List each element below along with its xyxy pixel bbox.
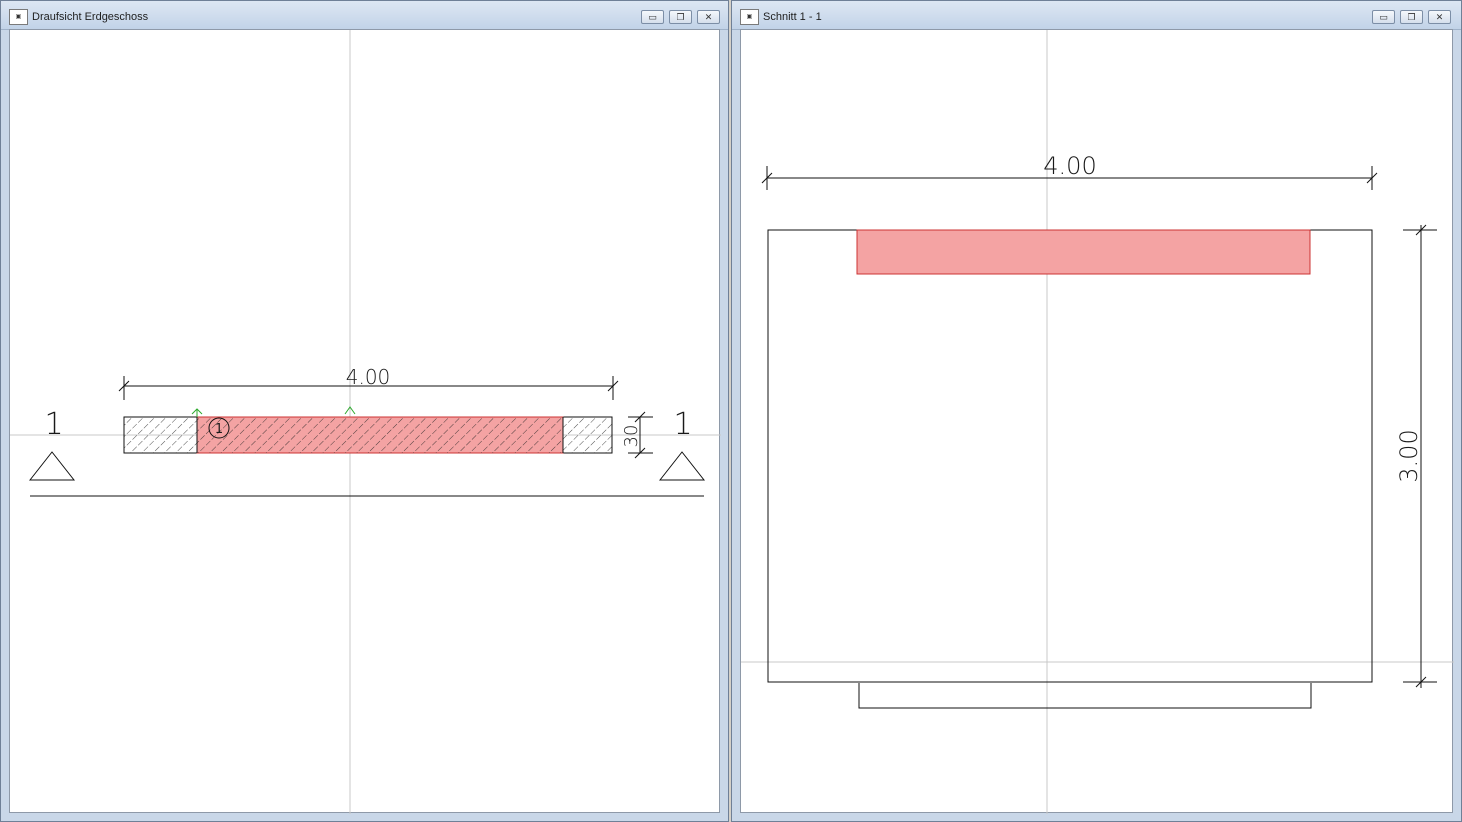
section-mark-left[interactable]: 1 [28,407,76,481]
section-arrow-right-icon [658,451,706,481]
window-title: Draufsicht Erdgeschoss [32,11,149,23]
restore-icon: ❐ [676,12,685,22]
room-outline[interactable] [767,229,1373,683]
close-button[interactable]: ✕ [697,10,720,24]
close-icon: ✕ [1435,12,1444,22]
length-dimension: 4.00 [118,365,619,400]
section-drawing[interactable]: 4.00 3.00 [741,30,1454,814]
length-dimension-label: 4.00 [346,365,391,389]
minimize-button[interactable]: ▭ [1372,10,1395,24]
section-mark-left-label: 1 [44,407,63,442]
titlebar[interactable]: ▣ Schnitt 1 - 1 ▭ ❐ ✕ [732,1,1461,30]
section-window[interactable]: ▣ Schnitt 1 - 1 ▭ ❐ ✕ 4.00 3.00 [731,0,1462,822]
app-icon[interactable]: ▣ [740,9,759,25]
section-mark-right-label: 1 [673,407,692,442]
wall-highlight-hatch [197,417,563,453]
beam-highlight[interactable] [856,229,1311,275]
height-dimension-label: 3.00 [1395,429,1423,482]
restore-icon: ❐ [1407,12,1416,22]
titlebar[interactable]: ▣ Draufsicht Erdgeschoss ▭ ❐ ✕ [1,1,728,30]
start-handle-icon[interactable] [191,408,203,417]
restore-button[interactable]: ❐ [669,10,692,24]
section-arrow-left-icon [28,451,76,481]
width-dimension-label: 4.00 [1043,152,1096,180]
foundation-outline[interactable] [858,683,1312,709]
close-button[interactable]: ✕ [1428,10,1451,24]
minimize-icon: ▭ [648,12,657,22]
section-mark-right[interactable]: 1 [658,407,706,481]
restore-button[interactable]: ❐ [1400,10,1423,24]
height-dimension: 3.00 [1395,224,1437,688]
thickness-dimension-label: 30 [621,425,642,448]
element-number-label: 1 [215,422,223,437]
floor-plan-drawing[interactable]: 4.00 1 30 1 1 [10,30,721,814]
window-title: Schnitt 1 - 1 [763,11,822,23]
app-icon[interactable]: ▣ [9,9,28,25]
width-dimension: 4.00 [761,152,1378,190]
section-canvas[interactable]: 4.00 3.00 [740,29,1454,814]
close-icon: ✕ [704,12,713,22]
floor-plan-canvas[interactable]: 4.00 1 30 1 1 [9,29,721,814]
minimize-button[interactable]: ▭ [641,10,664,24]
floor-plan-window[interactable]: ▣ Draufsicht Erdgeschoss ▭ ❐ ✕ 4.00 1 30… [0,0,729,822]
minimize-icon: ▭ [1379,12,1388,22]
